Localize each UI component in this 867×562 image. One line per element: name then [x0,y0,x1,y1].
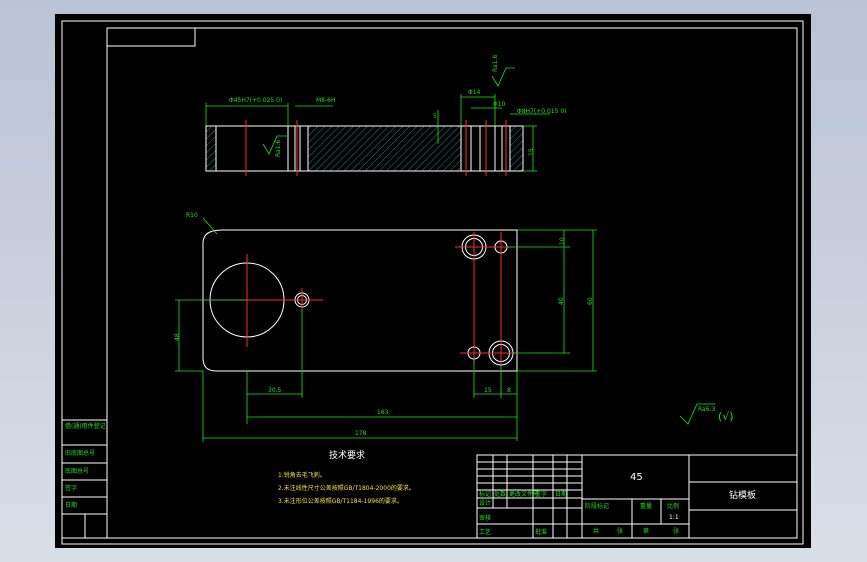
roughness-mid: Ra1.6 [275,140,282,157]
hatch-right [510,126,523,171]
dim-thread: M8-6H [316,97,336,104]
tb-label-process: 工艺 [479,528,491,536]
dim-phi10: Φ10 [493,101,506,108]
note-1: 1.锐角去毛飞刺。 [278,471,326,479]
dim-pin-hole: Φ8H7(+0.015 0) [517,108,566,115]
strip-label-5: 日期 [65,501,77,509]
code-box [106,27,196,47]
left-strip: 借(通)用件登记 旧底图总号 底图总号 签字 日期 [61,419,108,539]
dim-thickness: 15 [528,148,535,156]
surface-finish: Ra6.3 (√) [679,403,734,425]
section-view: Φ45H7(+0.025 0) M8-6H Φ14 Φ10 Φ8H7(+0.01… [205,55,566,176]
dim-60: 60 [587,297,594,305]
dim-bore: Φ45H7(+0.025 0) [229,97,282,104]
dim-8: 8 [507,387,511,394]
tb-sheet: 第 [643,527,649,535]
tb-sheet-unit: 张 [673,527,679,535]
title-block: 标记 处数 更改文件号 签字 日期 设计 审核 工艺 批准 45 阶段标记 重量… [476,454,798,539]
notes-title: 技术要求 [329,449,365,461]
surface-value: Ra6.3 [698,406,715,413]
note-3: 3.未注形位公差按照GB/T1184-1996的要求。 [278,497,403,505]
strip-label-3: 底图总号 [65,467,89,475]
tb-scale-label: 比例 [667,502,679,510]
dim-radius: R10 [186,212,198,219]
dim-40: 40 [558,297,565,305]
dim-48: 48 [174,333,181,341]
outer-border [61,20,804,545]
cad-viewport: 借(通)用件登记 旧底图总号 底图总号 签字 日期 Φ45H7(+0.025 0… [0,0,867,562]
roughness-top: Ra1.6 [492,55,499,72]
tech-notes: 技术要求 1.锐角去毛飞刺。 2.未注线性尺寸公差按照GB/T1804-2000… [278,449,415,505]
tb-label-design: 设计 [479,499,491,507]
plan-view: R10 10 40 60 48 30.5 15 8 163 178 [174,212,597,442]
tb-material: 45 [630,472,643,483]
dim-phi14: Φ14 [468,89,481,96]
tb-label-date: 日期 [555,490,567,498]
hatch-left [206,126,216,171]
tb-label-sign: 签字 [535,490,547,498]
dim-178: 178 [355,430,367,437]
drawing-sheet: 借(通)用件登记 旧底图总号 底图总号 签字 日期 Φ45H7(+0.025 0… [55,14,811,548]
dim-5: 5 [433,113,437,120]
tb-label-mark: 标记 [479,490,491,498]
dim-30-5: 30.5 [268,387,282,394]
tb-total: 共 [593,527,599,535]
tb-label-approve: 批准 [535,528,547,536]
dim-10: 10 [559,237,566,245]
drawing-canvas: 借(通)用件登记 旧底图总号 底图总号 签字 日期 Φ45H7(+0.025 0… [61,20,804,545]
dim-163: 163 [377,409,389,416]
strip-label-2: 旧底图总号 [65,449,95,457]
tb-label-review: 审核 [479,514,491,522]
tb-scale: 1:1 [669,514,679,521]
strip-label-4: 签字 [65,484,77,492]
tb-part-name: 钻模板 [729,489,756,501]
note-2: 2.未注线性尺寸公差按照GB/T1804-2000的要求。 [278,484,415,492]
dim-15: 15 [484,387,492,394]
tb-stage: 阶段标记 [585,502,609,510]
tb-total-unit: 张 [617,527,623,535]
surface-rest: (√) [718,410,734,423]
inner-border [106,27,798,539]
tb-label-count: 处数 [494,490,506,498]
strip-label-1: 借(通)用件登记 [65,422,106,430]
tb-weight: 重量 [640,502,652,510]
